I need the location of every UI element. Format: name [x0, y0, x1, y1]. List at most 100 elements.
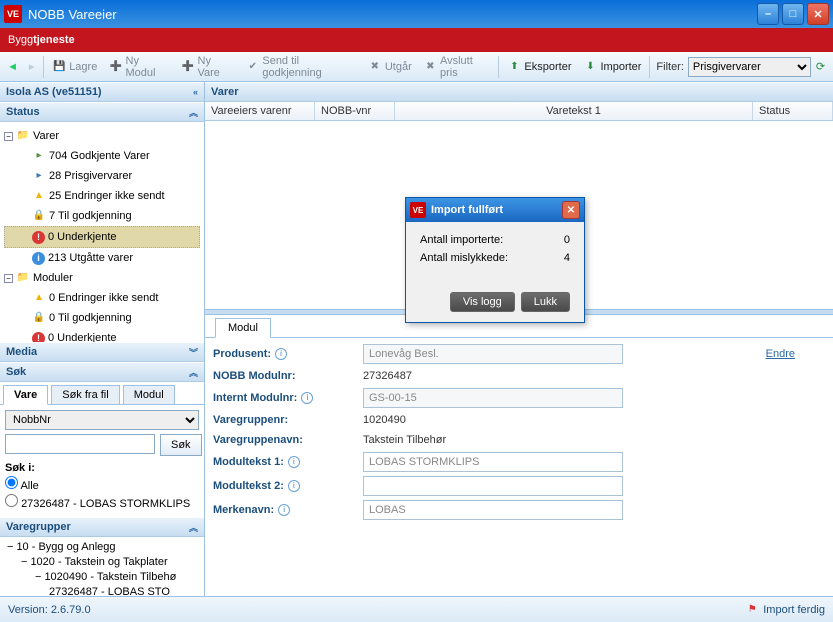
label-mt1: Modultekst 1: — [213, 456, 284, 468]
info-icon[interactable]: i — [278, 504, 290, 516]
imported-label: Antall importerte: — [420, 234, 503, 246]
tab-modul[interactable]: Modul — [215, 318, 271, 338]
endre-link[interactable]: Endre — [766, 348, 795, 360]
info-icon: i — [32, 252, 45, 265]
plus-icon: ➕ — [109, 60, 122, 74]
tree-item[interactable]: 🔒7 Til godkjenning — [4, 206, 200, 226]
flag-green-icon: ▸ — [32, 149, 46, 163]
collapse-toggle[interactable]: − — [4, 274, 13, 283]
info-icon[interactable]: i — [288, 456, 300, 468]
tab-file[interactable]: Søk fra fil — [51, 385, 119, 404]
value-mt2[interactable] — [363, 476, 623, 496]
brand-right: tjeneste — [33, 34, 75, 46]
ve-logo: VE — [410, 202, 426, 218]
error-icon: ! — [32, 231, 45, 244]
chevron-up-icon: ︽ — [189, 106, 198, 119]
warning-icon: ▲ — [32, 189, 46, 203]
error-icon: ! — [32, 332, 45, 343]
value-internt: GS-00-15 — [363, 388, 623, 408]
collapse-icon: « — [193, 87, 198, 97]
lower-panel: Modul Produsent:i Lonevåg Besl. Endre NO… — [205, 315, 833, 596]
tree-item[interactable]: ▲0 Endringer ikke sendt — [4, 288, 200, 308]
vg-item[interactable]: − 1020 - Takstein og Takplater — [3, 555, 201, 570]
tree-item[interactable]: i213 Utgåtte varer — [4, 248, 200, 268]
tree-item[interactable]: !0 Underkjente — [4, 328, 200, 342]
filter-select[interactable]: Prisgivervarer — [688, 57, 811, 77]
value-mt1[interactable]: LOBAS STORMKLIPS — [363, 452, 623, 472]
brand-bar: Byggtjeneste — [0, 28, 833, 52]
label-internt: Internt Modulnr: — [213, 392, 297, 404]
label-mt2: Modultekst 2: — [213, 480, 284, 492]
nav-fwd-icon: ▸ — [23, 58, 40, 76]
ve-logo: VE — [4, 5, 22, 23]
status-header[interactable]: Status︽ — [0, 102, 204, 122]
dialog-titlebar[interactable]: VE Import fullført ✕ — [406, 198, 584, 222]
tree-item[interactable]: 🔒0 Til godkjenning — [4, 308, 200, 328]
imported-value: 0 — [564, 234, 570, 246]
col-nobbvnr[interactable]: NOBB-vnr — [315, 102, 395, 120]
dialog-title: Import fullført — [431, 204, 503, 216]
lock-icon: 🔒 — [32, 209, 46, 223]
send-approval-button: ✔Send til godkjenning — [241, 52, 361, 82]
new-item-button: ➕Ny Vare — [176, 52, 239, 82]
col-status[interactable]: Status — [753, 102, 833, 120]
refresh-icon[interactable]: ⟳ — [812, 58, 829, 76]
tree-item-selected[interactable]: !0 Underkjente — [4, 226, 200, 248]
info-icon[interactable]: i — [275, 348, 287, 360]
chevron-down-icon: ︾ — [189, 346, 198, 359]
tab-modul[interactable]: Modul — [123, 385, 175, 404]
cross-icon: ✖ — [368, 60, 382, 74]
failed-value: 4 — [564, 252, 570, 264]
media-header[interactable]: Media︾ — [0, 342, 204, 362]
radio-item[interactable]: 27326487 - LOBAS STORMKLIPS — [5, 494, 199, 510]
chevron-up-icon: ︽ — [189, 521, 198, 534]
search-header[interactable]: Søk︽ — [0, 362, 204, 382]
vg-item[interactable]: − 10 - Bygg og Anlegg — [3, 540, 201, 555]
vg-item[interactable]: − 1020490 - Takstein Tilbehø — [3, 570, 201, 585]
col-varetekst[interactable]: Varetekst 1 — [395, 102, 753, 120]
dialog-body: Antall importerte: 0 Antall mislykkede: … — [406, 222, 584, 322]
dialog-close-button[interactable]: ✕ — [562, 201, 580, 219]
import-dialog: VE Import fullført ✕ Antall importerte: … — [405, 197, 585, 323]
minimize-button[interactable]: – — [757, 3, 779, 25]
close-button[interactable]: ✕ — [807, 3, 829, 25]
tree-item[interactable]: ▸704 Godkjente Varer — [4, 146, 200, 166]
value-merke[interactable]: LOBAS — [363, 500, 623, 520]
import-button[interactable]: ⬇Importer — [579, 57, 647, 77]
lock-icon: 🔒 — [32, 311, 46, 325]
nav-back-icon[interactable]: ◄ — [4, 58, 21, 76]
version-label: Version: — [8, 604, 48, 616]
import-status-icon: ⚑ — [745, 603, 759, 617]
search-input[interactable] — [5, 434, 155, 454]
tree-node-moduler[interactable]: −📁Moduler — [4, 268, 200, 288]
search-panel: NobbNr Søk Søk i: Alle 27326487 - LOBAS … — [0, 405, 204, 517]
varegrupper-header[interactable]: Varegrupper︽ — [0, 517, 204, 537]
status-bar: Version: 2.6.79.0 ⚑ Import ferdig — [0, 596, 833, 622]
cross-icon: ✖ — [424, 60, 437, 74]
close-dialog-button[interactable]: Lukk — [521, 292, 570, 312]
window-titlebar: VE NOBB Vareeier – □ ✕ — [0, 0, 833, 28]
modul-form: Produsent:i Lonevåg Besl. Endre NOBB Mod… — [205, 338, 833, 596]
tab-vare[interactable]: Vare — [3, 385, 48, 405]
grid-title: Varer — [205, 82, 833, 102]
supplier-header[interactable]: Isola AS (ve51151)« — [0, 82, 204, 102]
info-icon[interactable]: i — [301, 392, 313, 404]
export-button[interactable]: ⬆Eksporter — [502, 57, 576, 77]
version-value: 2.6.79.0 — [51, 604, 91, 616]
window-title: NOBB Vareeier — [28, 7, 754, 22]
label-nobbmodulnr: NOBB Modulnr: — [213, 370, 295, 382]
radio-alle[interactable]: Alle — [5, 476, 199, 492]
view-log-button[interactable]: Vis logg — [450, 292, 515, 312]
maximize-button[interactable]: □ — [782, 3, 804, 25]
tree-item[interactable]: ▸28 Prisgivervarer — [4, 166, 200, 186]
collapse-toggle[interactable]: − — [4, 132, 13, 141]
vg-item[interactable]: 27326487 - LOBAS STO — [3, 585, 201, 596]
tree-item[interactable]: ▲25 Endringer ikke sendt — [4, 186, 200, 206]
chevron-up-icon: ︽ — [189, 366, 198, 379]
search-button[interactable]: Søk — [160, 434, 202, 456]
varegrupper-tree: − 10 - Bygg og Anlegg − 1020 - Takstein … — [0, 537, 204, 596]
info-icon[interactable]: i — [288, 480, 300, 492]
search-field-select[interactable]: NobbNr — [5, 410, 199, 430]
col-varenr[interactable]: Vareeiers varenr — [205, 102, 315, 120]
tree-node-varer[interactable]: −📁Varer — [4, 126, 200, 146]
